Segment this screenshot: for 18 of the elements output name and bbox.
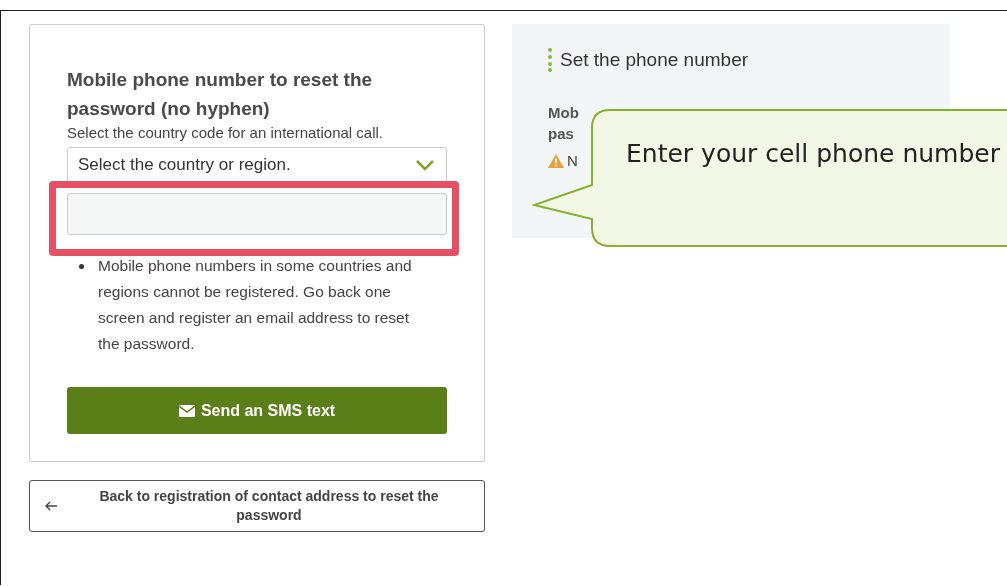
arrow-left-icon [44,501,58,511]
bullet-icon [79,264,84,269]
field-hint: Select the country code for an international call. [67,123,385,143]
panel-title: Set the phone number [560,49,749,71]
warning-icon [548,153,564,168]
dots-icon [548,48,552,72]
envelope-icon [178,404,195,417]
field-title: Mobile phone number to reset the password (no hyphen) [67,68,374,121]
send-sms-button[interactable]: Send an SMS text [67,387,447,434]
country-select[interactable]: Select the country or region. [67,147,447,183]
note-text: Mobile phone numbers in some countries and regions cannot be registered. Go back one screen and register an email address to reset the password. [98,256,413,354]
callout-text: Enter your cell phone number [625,138,1001,170]
warning-text: N [567,152,578,169]
panel-label: Mob [548,103,580,123]
back-button[interactable]: Back to registration of contact address to reset the password [29,480,485,532]
chevron-down-icon [416,159,434,171]
panel-label: pas [548,124,575,144]
phone-input[interactable] [67,193,447,235]
